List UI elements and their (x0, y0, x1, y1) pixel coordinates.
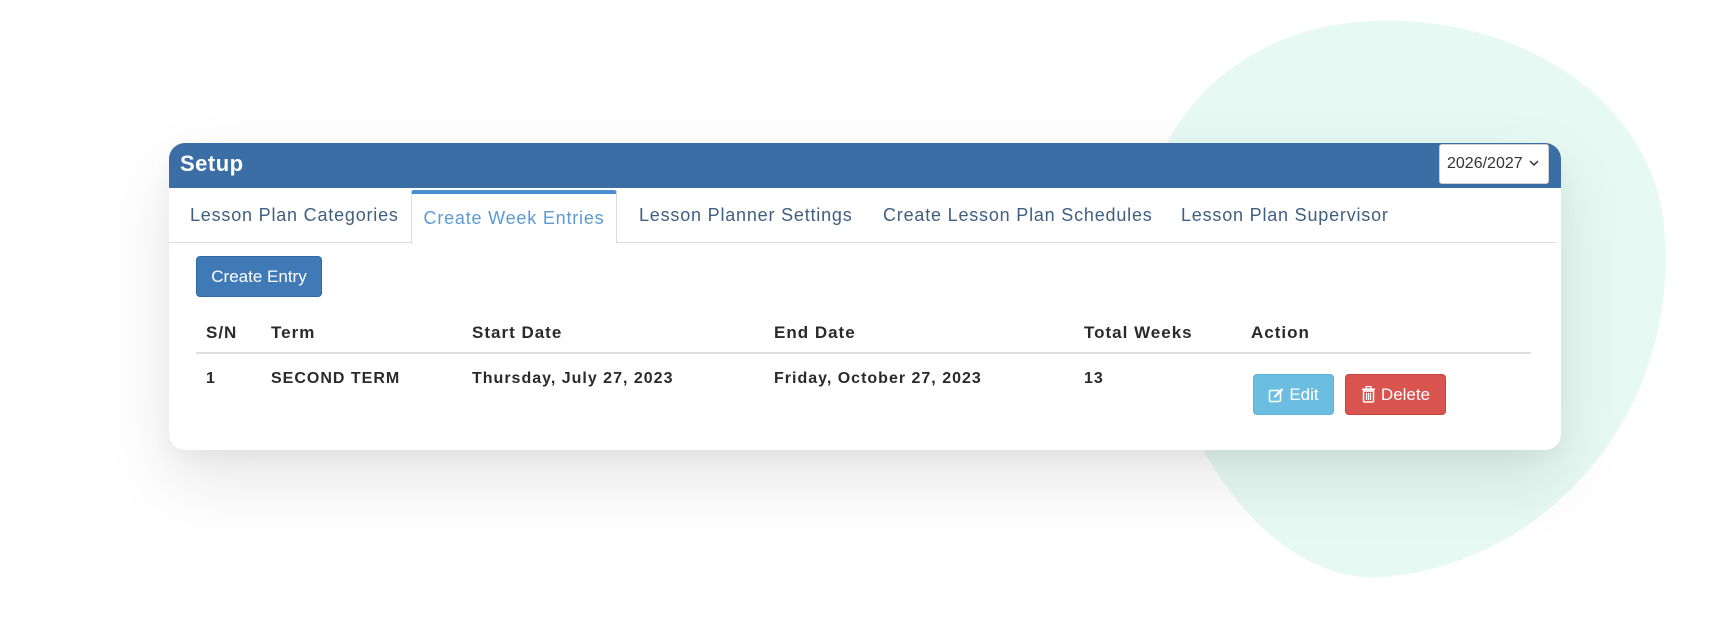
cell-start-date: Thursday, July 27, 2023 (472, 370, 674, 387)
column-header-sn: S/N (206, 323, 238, 342)
card-header: Setup 2026/2027 (169, 143, 1561, 188)
trash-icon (1361, 386, 1375, 403)
cell-sn: 1 (206, 370, 216, 387)
page-title: Setup (180, 151, 244, 176)
tab-lesson-planner-settings[interactable]: Lesson Planner Settings (639, 188, 853, 242)
edit-button-label: Edit (1289, 384, 1319, 404)
create-entry-button[interactable]: Create Entry (196, 256, 322, 297)
column-header-end-date: End Date (774, 323, 856, 342)
delete-button[interactable]: Delete (1345, 374, 1446, 415)
tab-lesson-plan-supervisor[interactable]: Lesson Plan Supervisor (1181, 188, 1389, 242)
edit-icon (1269, 387, 1284, 402)
session-select[interactable]: 2026/2027 (1439, 144, 1549, 184)
column-header-total-weeks: Total Weeks (1084, 323, 1193, 342)
session-select-value: 2026/2027 (1447, 155, 1523, 172)
column-header-term: Term (271, 323, 316, 342)
table-header: S/N Term Start Date End Date Total Weeks… (196, 315, 1531, 354)
tab-create-lesson-plan-schedules[interactable]: Create Lesson Plan Schedules (883, 188, 1153, 242)
column-header-start-date: Start Date (472, 323, 563, 342)
column-header-action: Action (1251, 323, 1310, 342)
cell-term: SECOND TERM (271, 370, 401, 387)
tab-bar: Lesson Plan Categories Lesson Planner Se… (169, 188, 1557, 243)
delete-button-label: Delete (1380, 384, 1431, 404)
cell-total-weeks: 13 (1084, 370, 1104, 387)
chevron-down-icon (1529, 160, 1539, 167)
setup-card: Setup 2026/2027 Lesson Plan Categories L… (169, 143, 1561, 450)
tab-lesson-plan-categories[interactable]: Lesson Plan Categories (190, 188, 399, 242)
edit-button[interactable]: Edit (1253, 374, 1334, 415)
tab-create-week-entries[interactable]: Create Week Entries (411, 190, 617, 244)
cell-end-date: Friday, October 27, 2023 (774, 370, 982, 387)
